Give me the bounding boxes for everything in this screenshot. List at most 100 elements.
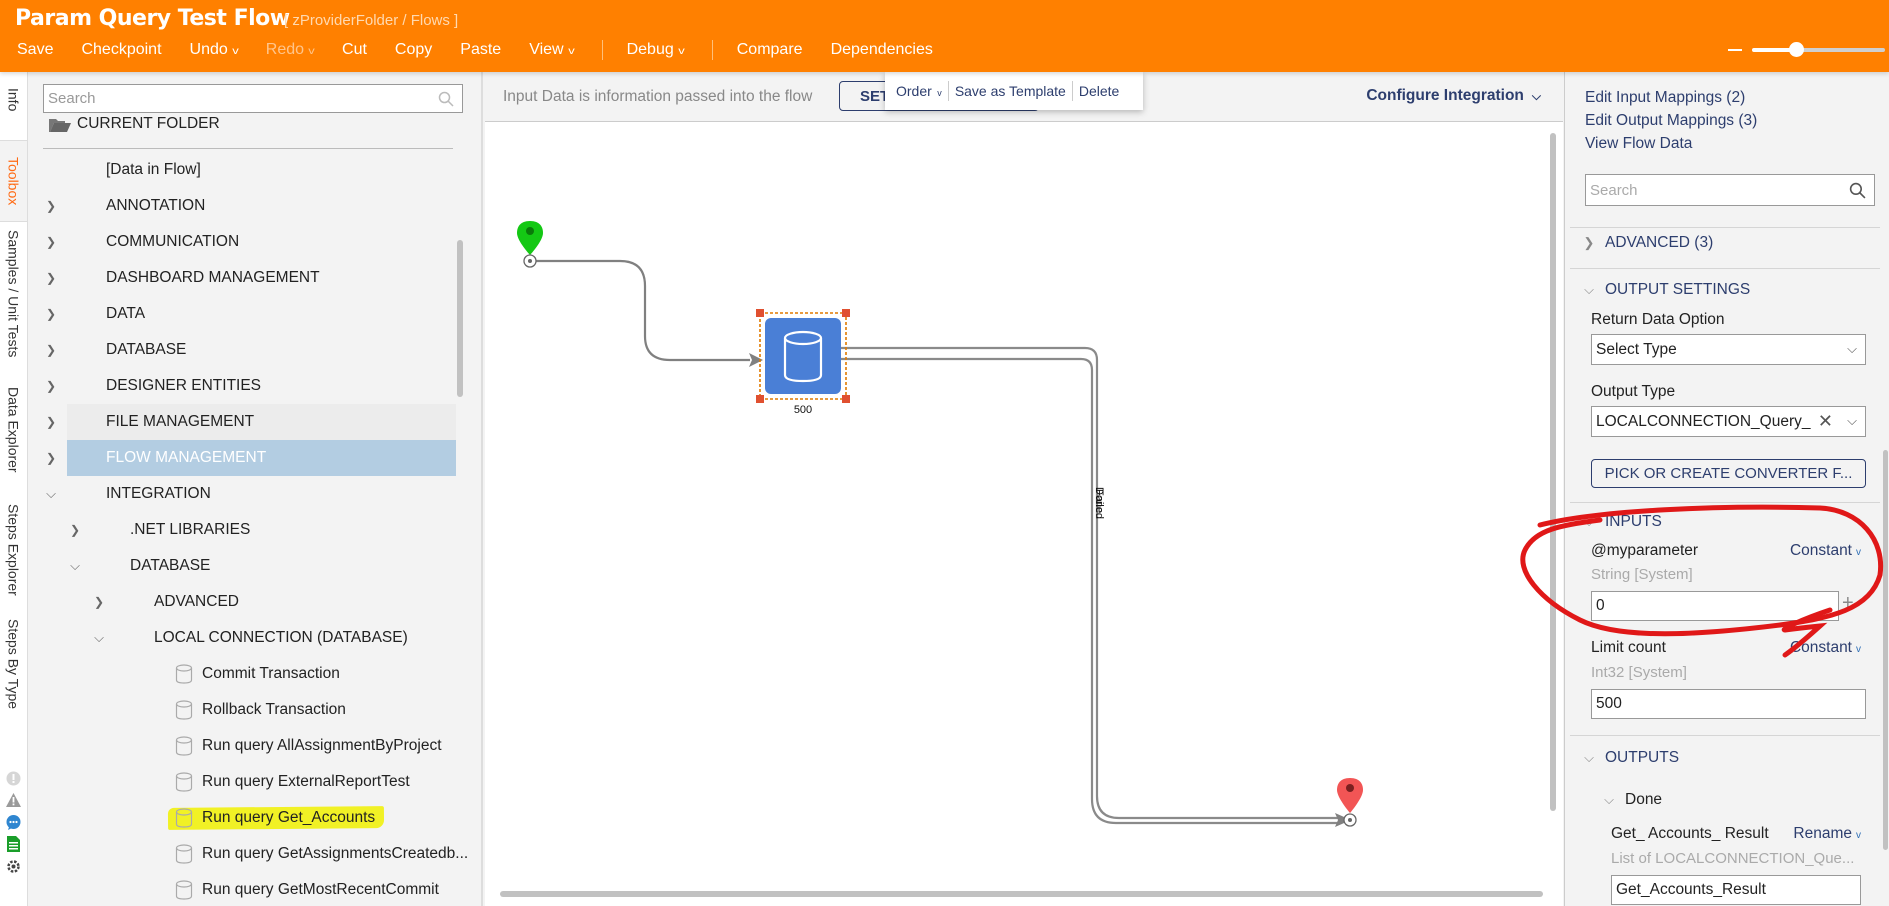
output-settings-header[interactable]: ⌵ OUTPUT SETTINGS — [1581, 281, 1750, 299]
return-data-option-select[interactable]: Select Type ⌵ — [1591, 334, 1866, 365]
outputs-section-header[interactable]: ⌵ OUTPUTS — [1581, 749, 1679, 767]
resize-handle[interactable] — [842, 309, 850, 317]
canvas-vertical-scrollbar[interactable] — [1550, 133, 1556, 811]
compare-button[interactable]: Compare — [737, 41, 803, 59]
properties-scrollbar[interactable] — [1883, 450, 1888, 850]
chevron-down-icon[interactable]: ⌵ — [45, 486, 57, 502]
toolbox-step-item[interactable]: Run query ExternalReportTest — [28, 764, 481, 800]
myparameter-input[interactable] — [1591, 591, 1839, 621]
toolbox-category[interactable]: ❯ DATABASE — [28, 332, 481, 368]
dependencies-button[interactable]: Dependencies — [831, 41, 933, 59]
zoom-slider[interactable] — [1728, 42, 1888, 57]
output-mode-select[interactable]: Rename v — [1793, 825, 1861, 843]
connector-done[interactable] — [832, 346, 1340, 820]
zoom-track[interactable] — [1797, 48, 1885, 52]
connector-failed[interactable] — [832, 357, 1340, 825]
tab-toolbox[interactable]: Toolbox — [0, 140, 27, 222]
properties-search[interactable] — [1585, 174, 1875, 206]
toolbox-category[interactable]: ❯ FILE MANAGEMENT — [28, 404, 481, 440]
chevron-right-icon[interactable]: ❯ — [45, 235, 57, 249]
done-path-header[interactable]: ⌵ Done — [1601, 791, 1662, 809]
warning-icon[interactable] — [5, 792, 21, 808]
toolbox-search-input[interactable] — [44, 85, 424, 112]
delete-step-button[interactable]: Delete — [1079, 83, 1119, 99]
error-icon[interactable] — [5, 770, 21, 786]
toolbox-category[interactable]: ❯ COMMUNICATION — [28, 224, 481, 260]
toolbox-category[interactable]: ⌵ LOCAL CONNECTION (DATABASE) — [28, 620, 481, 656]
chevron-down-icon[interactable]: ⌵ — [93, 630, 105, 646]
search-icon[interactable] — [438, 91, 454, 107]
output-type-select[interactable]: LOCALCONNECTION_Query_ ✕ ⌵ — [1591, 406, 1866, 437]
toolbox-category[interactable]: ❯ DASHBOARD MANAGEMENT — [28, 260, 481, 296]
chevron-right-icon[interactable]: ❯ — [45, 199, 57, 213]
tab-data-explorer[interactable]: Data Explorer — [0, 372, 27, 487]
toolbox-step-item[interactable]: Run query GetAssignmentsCreatedb... — [28, 836, 481, 872]
toolbox-category[interactable]: ❯ ADVANCED — [28, 584, 481, 620]
toolbox-category[interactable]: [Data in Flow] — [28, 152, 481, 188]
toolbox-step-item[interactable]: Run query GetMostRecentCommit — [28, 872, 481, 906]
clear-icon[interactable]: ✕ — [1818, 411, 1833, 432]
current-folder[interactable]: CURRENT FOLDER — [48, 115, 220, 133]
chevron-right-icon[interactable]: ❯ — [45, 271, 57, 285]
edit-input-mappings-link[interactable]: Edit Input Mappings (2) — [1585, 89, 1745, 107]
search-icon[interactable] — [1849, 182, 1866, 199]
order-menu[interactable]: Order v — [896, 83, 942, 99]
limit-count-input[interactable] — [1591, 689, 1866, 719]
toolbox-category[interactable]: ⌵ INTEGRATION — [28, 476, 481, 512]
tab-info[interactable]: Info — [0, 80, 27, 120]
resize-handle[interactable] — [756, 309, 764, 317]
toolbox-step-item[interactable]: Run query AllAssignmentByProject — [28, 728, 481, 764]
chevron-right-icon[interactable]: ❯ — [45, 343, 57, 357]
toolbox-category[interactable]: ⌵ DATABASE — [28, 548, 481, 584]
view-menu[interactable]: View v — [529, 41, 574, 59]
toolbox-category[interactable]: ❯ DATA — [28, 296, 481, 332]
properties-search-input[interactable] — [1586, 175, 1836, 205]
chevron-right-icon[interactable]: ❯ — [93, 595, 105, 609]
toolbox-step-item[interactable]: Rollback Transaction — [28, 692, 481, 728]
save-button[interactable]: Save — [17, 41, 53, 59]
checkpoint-button[interactable]: Checkpoint — [81, 41, 161, 59]
chevron-right-icon[interactable]: ❯ — [69, 523, 81, 537]
toolbox-search[interactable] — [43, 84, 463, 113]
resize-handle[interactable] — [756, 395, 764, 403]
undo-button[interactable]: Undo v — [190, 41, 239, 59]
toolbox-category[interactable]: ❯ .NET LIBRARIES — [28, 512, 481, 548]
toolbox-category[interactable]: ❯ ANNOTATION — [28, 188, 481, 224]
inputs-section-header[interactable]: ⌵ INPUTS — [1581, 513, 1662, 531]
view-flow-data-link[interactable]: View Flow Data — [1585, 135, 1692, 153]
redo-button[interactable]: Redo v — [266, 41, 315, 59]
output-result-input[interactable] — [1611, 875, 1861, 905]
chevron-right-icon[interactable]: ❯ — [45, 451, 57, 465]
add-icon[interactable]: + — [1842, 592, 1854, 615]
run-query-step-node[interactable]: 500 — [756, 309, 850, 416]
pick-or-create-converter-button[interactable]: PICK OR CREATE CONVERTER F... — [1591, 459, 1866, 488]
step-body[interactable] — [765, 318, 841, 394]
tab-steps-explorer[interactable]: Steps Explorer — [0, 492, 27, 607]
toolbox-step-item[interactable]: Run query Get_Accounts — [28, 800, 481, 836]
debug-menu[interactable]: Debug v — [627, 41, 685, 59]
comment-icon[interactable] — [5, 814, 21, 830]
connector-start-to-step[interactable] — [530, 259, 750, 362]
save-as-template-button[interactable]: Save as Template — [955, 83, 1066, 99]
toolbox-step-item[interactable]: Commit Transaction — [28, 656, 481, 692]
toolbox-category[interactable]: ❯ FLOW MANAGEMENT — [28, 440, 481, 476]
toolbox-category[interactable]: ❯ DESIGNER ENTITIES — [28, 368, 481, 404]
tab-steps-by-type[interactable]: Steps By Type — [0, 612, 27, 717]
cut-button[interactable]: Cut — [342, 41, 367, 59]
zoom-thumb[interactable] — [1789, 42, 1804, 57]
canvas-horizontal-scrollbar[interactable] — [500, 891, 1543, 897]
chevron-down-icon[interactable]: ⌵ — [69, 558, 81, 574]
copy-button[interactable]: Copy — [395, 41, 432, 59]
advanced-section-header[interactable]: ❯ ADVANCED (3) — [1581, 234, 1714, 252]
chevron-right-icon[interactable]: ❯ — [45, 379, 57, 393]
toolbox-scrollbar[interactable] — [457, 240, 463, 397]
settings-tools-icon[interactable] — [5, 858, 21, 874]
param-mode-select[interactable]: Constant v — [1790, 542, 1861, 560]
edit-output-mappings-link[interactable]: Edit Output Mappings (3) — [1585, 112, 1757, 130]
configure-integration-menu[interactable]: Configure Integration ⌵ — [1366, 87, 1541, 105]
resize-handle[interactable] — [842, 395, 850, 403]
chevron-right-icon[interactable]: ❯ — [45, 307, 57, 321]
chevron-right-icon[interactable]: ❯ — [45, 415, 57, 429]
param-mode-select[interactable]: Constant v — [1790, 639, 1861, 657]
document-icon[interactable] — [5, 836, 21, 852]
